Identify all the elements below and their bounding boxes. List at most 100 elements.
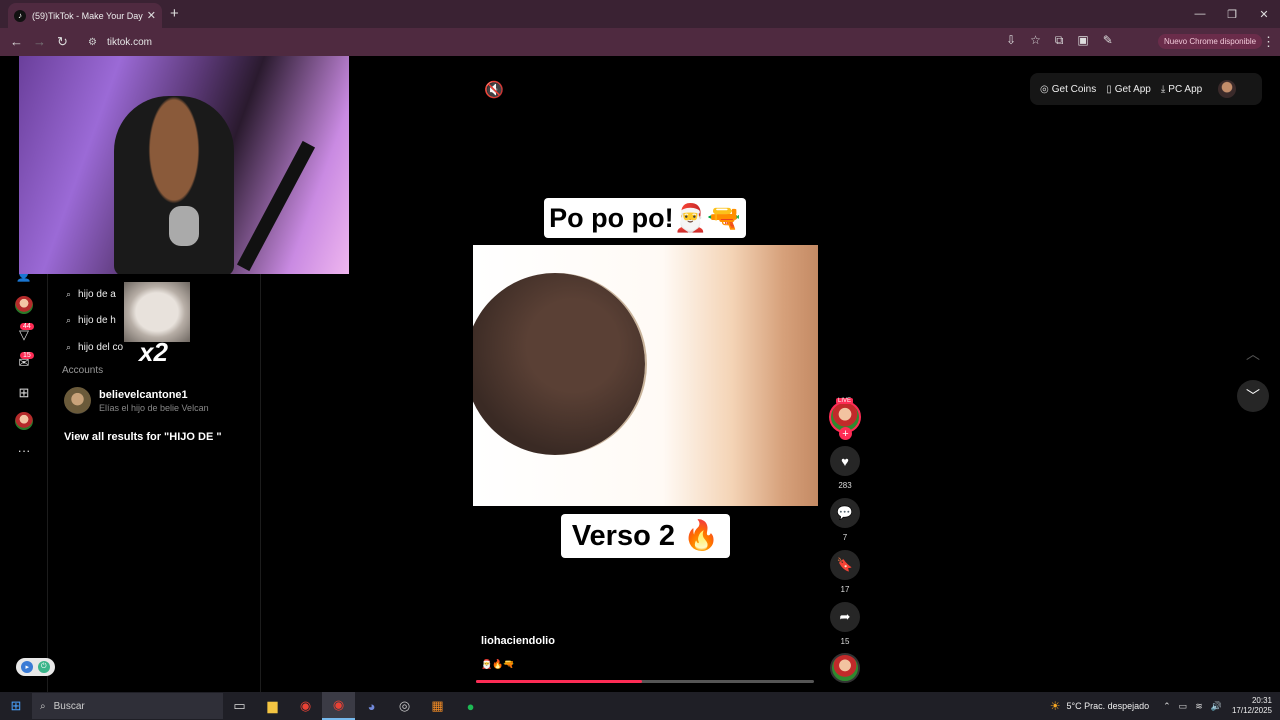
download-icon: ⤓ <box>1160 83 1166 95</box>
tray-icons: ⌃ ▭ ≋ 🔊 <box>1163 701 1222 712</box>
minimize-button[interactable]: — <box>1184 0 1216 28</box>
install-app-icon[interactable]: ⇩ <box>1006 33 1016 48</box>
floating-toggle[interactable]: ▸ ⏻ <box>16 658 55 676</box>
upload-icon[interactable]: ⊞ <box>15 384 33 402</box>
video-progress-bar[interactable] <box>476 680 814 683</box>
coin-icon: ◎ <box>1040 83 1049 95</box>
pc-app-button[interactable]: ⤓ PC App <box>1161 84 1202 95</box>
weather-widget[interactable]: ☀ 5°C Prac. despejado <box>1050 699 1149 713</box>
clock[interactable]: 20:31 17/12/2025 <box>1232 696 1272 716</box>
share-arrow-icon[interactable]: ➦ <box>830 602 860 632</box>
more-icon[interactable]: ··· <box>15 441 33 459</box>
site-info-icon[interactable]: ⚙ <box>88 37 97 48</box>
bookmark-icon[interactable]: 🔖 <box>830 550 860 580</box>
chrome-menu-icon[interactable]: ⋮ <box>1262 34 1275 50</box>
file-explorer-icon[interactable]: ▆ <box>256 692 289 720</box>
rail-user-avatar[interactable] <box>15 412 33 430</box>
task-view-icon[interactable]: ▭ <box>223 692 256 720</box>
accounts-header: Accounts <box>62 365 104 376</box>
taskbar-search-label: Buscar <box>53 700 85 712</box>
tiktok-favicon-icon: ♪ <box>14 9 26 22</box>
chrome-icon[interactable]: ◉ <box>289 692 322 720</box>
new-tab-button[interactable]: + <box>170 5 179 22</box>
x2-text: x2 <box>139 337 168 367</box>
comment-count: 7 <box>842 533 848 542</box>
photo-app-icon[interactable]: ▦ <box>421 692 454 720</box>
video-description: 🎅🔥🔫 <box>481 659 515 669</box>
follow-plus-icon[interactable]: + <box>839 427 852 440</box>
browser-tab[interactable]: ♪ (59)TikTok - Make Your Day ✕ <box>8 3 162 28</box>
search-suggestion[interactable]: ⌕ hijo del co <box>66 342 123 353</box>
search-suggestion[interactable]: ⌕ hijo de h <box>66 315 116 326</box>
windows-taskbar: ⊞ ⌕ Buscar ▭ ▆ ◉ ◉ ◕ ◎ ▦ ● ☀ 5°C Prac. d… <box>0 692 1280 720</box>
chrome-active-icon[interactable]: ◉ <box>322 692 355 720</box>
wifi-icon[interactable]: ≋ <box>1195 701 1203 712</box>
account-result[interactable]: believelcantone1 Elías el hijo de belie … <box>64 387 209 414</box>
suggestion-text: hijo de a <box>78 289 116 300</box>
weather-icon: ☀ <box>1049 699 1061 713</box>
video-player[interactable] <box>473 245 818 506</box>
clock-time: 20:31 <box>1251 696 1272 705</box>
power-icon: ⏻ <box>37 661 50 673</box>
phone-icon: ▯ <box>1106 83 1112 95</box>
view-all-results-link[interactable]: View all results for "HIJO DE " <box>64 431 222 443</box>
search-suggestion[interactable]: ⌕ hijo de a <box>66 289 116 300</box>
rail-profile-avatar[interactable] <box>15 296 33 314</box>
hamster-image <box>124 282 190 342</box>
bookmark-star-icon[interactable]: ☆ <box>1030 33 1041 48</box>
back-arrow-icon[interactable]: ← <box>10 34 23 49</box>
discord-icon[interactable]: ◕ <box>355 692 388 720</box>
search-icon: ⌕ <box>66 289 72 299</box>
split-view-icon[interactable]: ▣ <box>1077 33 1088 48</box>
restore-button[interactable]: ❐ <box>1216 0 1248 28</box>
microphone <box>169 206 199 246</box>
spotify-icon[interactable]: ● <box>454 692 487 720</box>
chrome-update-button[interactable]: Nuevo Chrome disponible <box>1158 34 1263 49</box>
profile-avatar[interactable] <box>1218 80 1237 98</box>
suggestion-text: hijo del co <box>78 342 124 353</box>
browser-tabbar: ♪ (59)TikTok - Make Your Day ✕ + — ❐ ✕ <box>0 0 1280 28</box>
next-video-chevron-down-icon[interactable]: ﹀ <box>1237 380 1269 412</box>
extensions-icon[interactable]: ⧉ <box>1055 33 1064 48</box>
get-app-button[interactable]: ▯ Get App <box>1106 84 1151 95</box>
windows-start-icon[interactable]: ⊞ <box>0 692 32 720</box>
network-icon[interactable]: ▭ <box>1179 701 1188 712</box>
mute-icon[interactable]: 🔇 <box>484 80 504 100</box>
window-controls: — ❐ ✕ <box>1184 0 1280 28</box>
volume-icon[interactable]: 🔊 <box>1211 701 1222 712</box>
video-author[interactable]: liohaciendolio <box>481 635 555 647</box>
video-caption-bottom: Verso 2 🔥 <box>561 514 730 558</box>
tab-close-icon[interactable]: ✕ <box>147 9 156 22</box>
play-mode-icon: ▸ <box>21 661 34 673</box>
like-count: 283 <box>838 481 852 490</box>
video-content <box>473 273 645 455</box>
previous-video-chevron-up-icon[interactable]: ︿ <box>1237 338 1269 370</box>
video-caption-top: Po po po!🎅🔫 <box>544 198 746 238</box>
profile-extension-icon[interactable]: ✎ <box>1103 33 1113 48</box>
messages-badge: 15 <box>20 352 34 359</box>
chevron-up-icon[interactable]: ⌃ <box>1163 701 1171 712</box>
close-window-button[interactable]: ✕ <box>1248 0 1280 28</box>
like-heart-icon[interactable]: ♥ <box>830 446 860 476</box>
obs-icon[interactable]: ◎ <box>388 692 421 720</box>
mic-arm <box>236 140 316 272</box>
clock-date: 17/12/2025 <box>1231 706 1272 715</box>
reload-icon[interactable]: ↻ <box>57 34 68 50</box>
webcam-overlay <box>19 56 349 274</box>
address-bar[interactable]: ⚙ tiktok.com <box>80 31 1000 53</box>
music-disc-avatar[interactable] <box>830 653 860 683</box>
weather-text: 5°C Prac. despejado <box>1066 701 1150 711</box>
avatar <box>64 387 91 414</box>
system-tray: ☀ 5°C Prac. despejado ⌃ ▭ ≋ 🔊 20:31 17/1… <box>1050 692 1280 720</box>
account-name: believelcantone1 <box>99 388 188 401</box>
save-count: 17 <box>840 585 850 594</box>
get-app-label: Get App <box>1114 83 1151 95</box>
browser-toolbar: ← → ↻ ⚙ tiktok.com ⇩ ☆ ⧉ ▣ ✎ Nuevo Chrom… <box>0 28 1280 56</box>
x2-overlay: x2 <box>124 282 190 370</box>
get-coins-button[interactable]: ◎ Get Coins <box>1040 84 1096 95</box>
taskbar-search[interactable]: ⌕ Buscar <box>32 693 223 719</box>
forward-arrow-icon[interactable]: → <box>33 34 46 49</box>
comment-icon[interactable]: 💬 <box>830 498 860 528</box>
toolbar-icons: ⇩ ☆ ⧉ ▣ ✎ <box>1006 33 1113 48</box>
inbox-badge: 44 <box>20 323 34 330</box>
